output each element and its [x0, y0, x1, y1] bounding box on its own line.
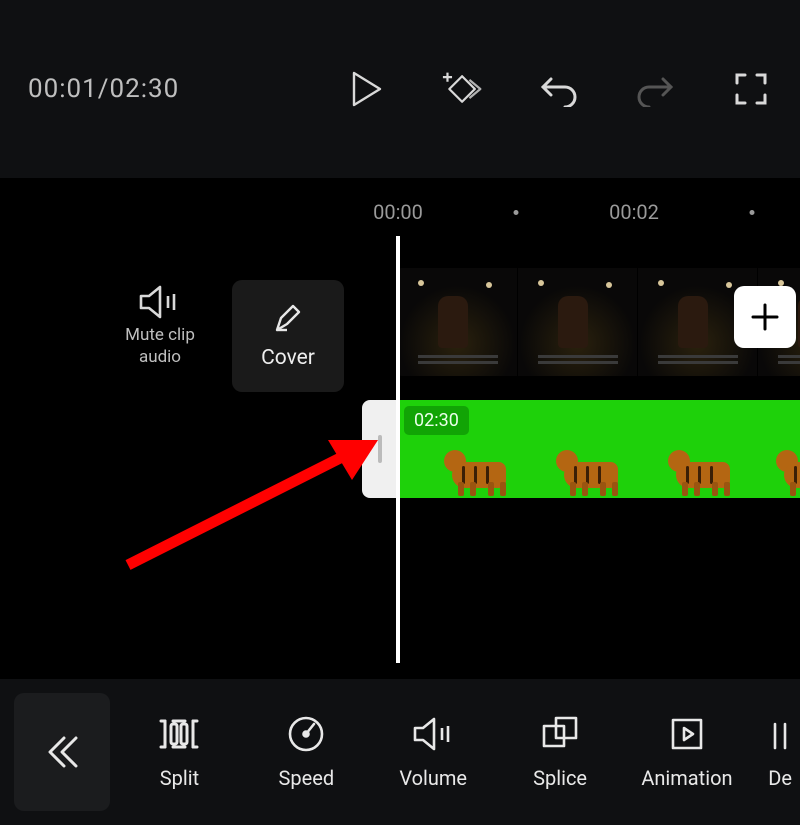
player-control-bar: 00:01/02:30 [0, 0, 800, 178]
splice-icon [540, 714, 580, 754]
edit-toolbar: Split Speed Volume [0, 679, 800, 825]
speed-icon [286, 714, 326, 754]
mute-label-line1: Mute clip [125, 324, 195, 346]
mute-label-line2: audio [139, 346, 181, 368]
annotation-arrow [108, 390, 398, 580]
set-cover-button[interactable]: Cover [232, 280, 344, 392]
split-icon [159, 714, 199, 754]
tool-label: Split [160, 766, 199, 790]
volume-icon [411, 714, 455, 754]
current-time: 00:01 [28, 74, 98, 104]
overlay-thumbnail [668, 432, 740, 496]
handle-grip-icon [378, 435, 382, 463]
play-button[interactable] [346, 68, 388, 110]
cover-label: Cover [261, 346, 315, 370]
cover-pencil-icon [271, 302, 305, 340]
overlay-thumbnail [556, 432, 628, 496]
ruler-dot [750, 210, 755, 215]
tool-split[interactable]: Split [126, 714, 233, 790]
tool-label: Volume [399, 766, 467, 790]
tool-animation[interactable]: Animation [634, 714, 741, 790]
animation-icon [667, 714, 707, 754]
undo-button[interactable] [538, 68, 580, 110]
tool-volume[interactable]: Volume [380, 714, 487, 790]
chevron-left-double-icon [40, 730, 84, 774]
clip-duration-badge: 02:30 [404, 406, 469, 435]
tool-speed[interactable]: Speed [253, 714, 360, 790]
time-separator: / [98, 74, 110, 104]
total-time: 02:30 [109, 74, 179, 104]
add-keyframe-button[interactable] [442, 68, 484, 110]
overlay-thumbnail [444, 432, 516, 496]
tool-delete[interactable]: De [760, 714, 800, 790]
tool-label: Animation [641, 766, 732, 790]
redo-button[interactable] [634, 68, 676, 110]
plus-icon [748, 300, 782, 334]
tool-label: Speed [279, 766, 335, 790]
clip-thumbnail [398, 268, 518, 376]
overlay-clip[interactable]: 02:30 [398, 400, 800, 498]
playhead[interactable] [396, 236, 400, 663]
clip-trim-handle-left[interactable] [362, 400, 398, 498]
ruler-tick: 00:02 [609, 200, 659, 224]
delete-icon [773, 714, 787, 754]
timecode: 00:01/02:30 [28, 74, 179, 104]
ruler-tick: 00:00 [373, 200, 423, 224]
timeline-ruler[interactable]: 00:00 00:02 [0, 190, 800, 234]
timeline-left-tools: Mute clip audio Cover [110, 280, 360, 392]
ruler-dot [514, 210, 519, 215]
overlay-track[interactable]: 02:30 [362, 400, 800, 498]
tool-splice[interactable]: Splice [507, 714, 614, 790]
topbar-actions [346, 68, 772, 110]
add-clip-button[interactable] [734, 286, 796, 348]
clip-thumbnail [518, 268, 638, 376]
back-button[interactable] [14, 693, 110, 811]
overlay-thumbnail [776, 432, 800, 496]
fullscreen-button[interactable] [730, 68, 772, 110]
mute-clip-audio-button[interactable]: Mute clip audio [110, 280, 210, 368]
mute-icon [138, 280, 182, 324]
tool-list: Split Speed Volume [110, 714, 800, 790]
tool-label: De [768, 766, 792, 790]
tool-label: Splice [533, 766, 587, 790]
